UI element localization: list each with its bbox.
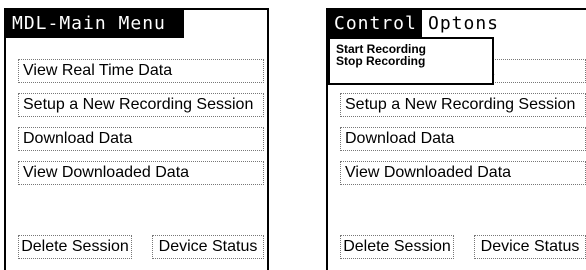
options-menu-tab[interactable]: Optons [422, 10, 512, 38]
device-status-button[interactable]: Device Status [474, 235, 586, 259]
delete-session-button[interactable]: Delete Session [18, 235, 132, 259]
menu-item-download-data[interactable]: Download Data [18, 127, 264, 151]
menu-item-view-real-time-data[interactable]: View Real Time Data [18, 59, 264, 83]
menu-item-view-downloaded-data[interactable]: View Downloaded Data [18, 161, 264, 185]
stop-recording-item[interactable]: Stop Recording [336, 55, 492, 67]
delete-session-button[interactable]: Delete Session [340, 235, 454, 259]
control-menu-tab[interactable]: Control [328, 10, 422, 38]
menu-item-view-downloaded-data[interactable]: View Downloaded Data [340, 161, 586, 185]
device-status-button[interactable]: Device Status [152, 235, 264, 259]
title-bar: MDL-Main Menu [6, 10, 184, 38]
control-dropdown-menu: Start Recording Stop Recording [328, 37, 494, 85]
menu-item-download-data[interactable]: Download Data [340, 127, 586, 151]
control-options-screen: Control Optons Start Recording Stop Reco… [326, 8, 586, 270]
screen-title: MDL-Main Menu [6, 10, 184, 38]
title-bar: Control Optons [328, 10, 512, 38]
menu-item-setup-new-recording-session[interactable]: Setup a New Recording Session [340, 93, 586, 117]
menu-item-setup-new-recording-session[interactable]: Setup a New Recording Session [18, 93, 264, 117]
main-menu-screen: MDL-Main Menu View Real Time Data Setup … [4, 8, 269, 270]
